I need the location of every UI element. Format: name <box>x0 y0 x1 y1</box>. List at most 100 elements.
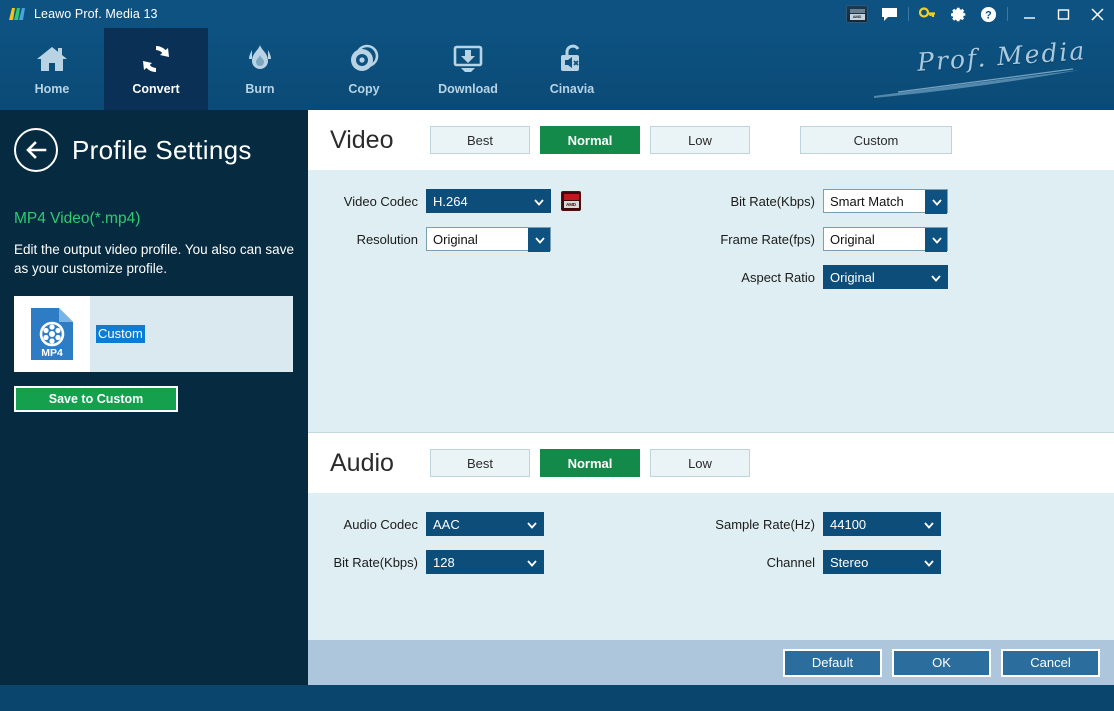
audio-bitrate-value: 128 <box>427 555 455 570</box>
nav-label: Convert <box>132 82 179 96</box>
settings-panel: Video Best Normal Low Custom Video Codec… <box>308 110 1114 711</box>
chevron-down-icon <box>528 228 550 252</box>
chevron-down-icon <box>925 266 947 290</box>
profile-name-input[interactable]: Custom <box>90 296 293 372</box>
amd-badge-icon[interactable]: AMD <box>846 5 868 23</box>
home-icon <box>35 42 69 76</box>
maximize-icon[interactable] <box>1046 0 1080 28</box>
application-window: Leawo Prof. Media 13 AMD <box>0 0 1114 711</box>
audio-quality-low[interactable]: Low <box>650 449 750 477</box>
chevron-down-icon <box>528 190 550 214</box>
video-custom-button[interactable]: Custom <box>800 126 952 154</box>
video-quality-normal[interactable]: Normal <box>540 126 640 154</box>
main-navigation: Home Convert Burn <box>0 28 1114 110</box>
leawo-logo-icon <box>8 6 26 22</box>
amd-acceleration-icon[interactable]: AMD <box>561 191 581 211</box>
channel-value: Stereo <box>824 555 868 570</box>
aspectratio-dropdown[interactable]: Original <box>823 265 948 289</box>
video-title: Video <box>330 126 430 155</box>
disc-icon <box>347 42 381 76</box>
ok-button[interactable]: OK <box>892 649 991 677</box>
default-button[interactable]: Default <box>783 649 882 677</box>
nav-label: Copy <box>348 82 379 96</box>
convert-icon <box>139 42 173 76</box>
nav-item-burn[interactable]: Burn <box>208 28 312 110</box>
video-quality-low[interactable]: Low <box>650 126 750 154</box>
chevron-down-icon <box>925 228 947 252</box>
svg-text:?: ? <box>985 9 992 21</box>
channel-label: Channel <box>695 555 815 570</box>
flame-icon <box>243 42 277 76</box>
feedback-icon[interactable] <box>874 0 904 28</box>
download-icon <box>451 42 485 76</box>
video-bitrate-label: Bit Rate(Kbps) <box>695 194 815 209</box>
nav-item-cinavia[interactable]: Cinavia <box>520 28 624 110</box>
chevron-down-icon <box>521 513 543 537</box>
help-icon[interactable]: ? <box>973 0 1003 28</box>
samplerate-value: 44100 <box>824 517 866 532</box>
sidebar: Profile Settings MP4 Video(*.mp4) Edit t… <box>0 110 308 711</box>
framerate-dropdown[interactable]: Original <box>823 227 948 251</box>
chevron-down-icon <box>918 551 940 575</box>
sidebar-header: Profile Settings <box>14 128 308 172</box>
nav-label: Cinavia <box>550 82 594 96</box>
audio-bitrate-label: Bit Rate(Kbps) <box>308 555 418 570</box>
gear-icon[interactable] <box>943 0 973 28</box>
audio-codec-label: Audio Codec <box>308 517 418 532</box>
profile-card[interactable]: MP4 Custom <box>14 296 293 372</box>
aspectratio-label: Aspect Ratio <box>695 270 815 285</box>
video-bitrate-value: Smart Match <box>824 194 904 209</box>
samplerate-label: Sample Rate(Hz) <box>695 517 815 532</box>
nav-item-convert[interactable]: Convert <box>104 28 208 110</box>
svg-text:MP4: MP4 <box>41 347 63 359</box>
video-section-body: Video Codec H.264 AMD Bit Rate(Kbps) Sma… <box>308 170 1114 432</box>
window-title: Leawo Prof. Media 13 <box>34 7 158 21</box>
audio-quality-normal[interactable]: Normal <box>540 449 640 477</box>
resolution-dropdown[interactable]: Original <box>426 227 551 251</box>
nav-label: Burn <box>245 82 274 96</box>
nav-label: Home <box>35 82 70 96</box>
back-arrow-icon <box>24 140 48 160</box>
save-to-custom-button[interactable]: Save to Custom <box>14 386 178 412</box>
mp4-file-icon: MP4 <box>29 306 75 362</box>
chevron-down-icon <box>521 551 543 575</box>
audio-section-header: Audio Best Normal Low <box>308 433 1114 493</box>
video-section-header: Video Best Normal Low Custom <box>308 110 1114 170</box>
video-codec-dropdown[interactable]: H.264 <box>426 189 551 213</box>
back-button[interactable] <box>14 128 58 172</box>
framerate-value: Original <box>824 232 875 247</box>
chevron-down-icon <box>925 190 947 214</box>
audio-bitrate-dropdown[interactable]: 128 <box>426 550 544 574</box>
audio-codec-dropdown[interactable]: AAC <box>426 512 544 536</box>
title-bar: Leawo Prof. Media 13 AMD <box>0 0 1114 28</box>
audio-title: Audio <box>330 449 430 478</box>
page-title: Profile Settings <box>72 135 252 166</box>
framerate-label: Frame Rate(fps) <box>695 232 815 247</box>
resolution-label: Resolution <box>308 232 418 247</box>
audio-codec-value: AAC <box>427 517 460 532</box>
nav-item-copy[interactable]: Copy <box>312 28 416 110</box>
video-bitrate-dropdown[interactable]: Smart Match <box>823 189 948 213</box>
video-codec-label: Video Codec <box>308 194 418 209</box>
channel-dropdown[interactable]: Stereo <box>823 550 941 574</box>
aspectratio-value: Original <box>824 270 875 285</box>
nav-item-home[interactable]: Home <box>0 28 104 110</box>
unlock-mute-icon <box>555 42 589 76</box>
cancel-button[interactable]: Cancel <box>1001 649 1100 677</box>
window-bottom-strip <box>0 685 1114 711</box>
profile-icon-wrap: MP4 <box>14 296 90 372</box>
samplerate-dropdown[interactable]: 44100 <box>823 512 941 536</box>
resolution-value: Original <box>427 232 478 247</box>
video-quality-best[interactable]: Best <box>430 126 530 154</box>
format-name: MP4 Video(*.mp4) <box>14 210 308 228</box>
minimize-icon[interactable] <box>1012 0 1046 28</box>
video-codec-value: H.264 <box>427 194 468 209</box>
nav-label: Download <box>438 82 498 96</box>
audio-quality-best[interactable]: Best <box>430 449 530 477</box>
key-icon[interactable] <box>913 0 943 28</box>
dialog-footer: Default OK Cancel <box>308 640 1114 685</box>
nav-item-download[interactable]: Download <box>416 28 520 110</box>
profile-name-value: Custom <box>96 325 145 343</box>
close-icon[interactable] <box>1080 0 1114 28</box>
divider <box>908 7 909 21</box>
